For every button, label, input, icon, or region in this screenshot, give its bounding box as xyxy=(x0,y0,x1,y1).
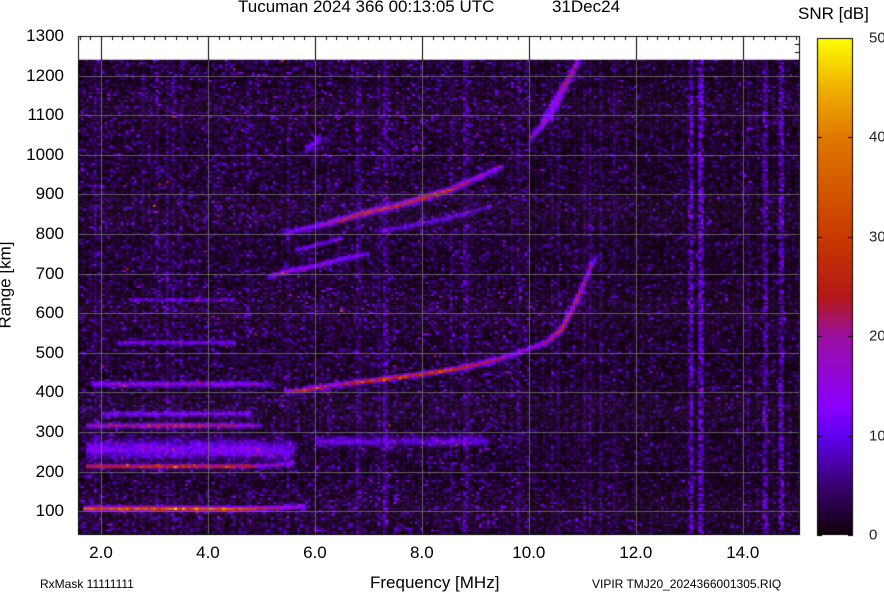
x-tick-label: 6.0 xyxy=(303,543,327,562)
y-tick-label: 800 xyxy=(35,224,64,244)
colorbar-tick-label: 40 xyxy=(869,128,884,146)
y-tick-label: 1000 xyxy=(26,144,64,164)
x-tick-label: 2.0 xyxy=(89,543,113,562)
y-tick-label: 100 xyxy=(35,501,64,521)
y-tick-label: 1300 xyxy=(26,26,64,45)
ionogram-heatmap xyxy=(0,0,884,595)
y-tick-label: 1100 xyxy=(27,105,64,125)
y-tick-label: 400 xyxy=(35,382,64,402)
colorbar-tick-label: 50 xyxy=(869,29,884,47)
file-name-label: VIPIR TMJ20_2024366001305.RIQ xyxy=(592,577,782,591)
y-tick-label: 200 xyxy=(35,461,64,481)
y-axis-label: Range [km] xyxy=(0,241,15,329)
x-tick-label: 12.0 xyxy=(619,543,653,562)
y-tick-label: 700 xyxy=(35,263,64,283)
colorbar-label: SNR [dB] xyxy=(798,4,869,23)
y-tick-label: 600 xyxy=(35,303,64,323)
x-tick-label: 4.0 xyxy=(196,543,220,562)
chart-title: Tucuman 2024 366 00:13:05 UTC xyxy=(238,0,495,16)
x-axis-label: Frequency [MHz] xyxy=(370,573,500,592)
colorbar-tick-label: 0 xyxy=(869,526,878,544)
colorbar-tick-label: 30 xyxy=(869,228,884,246)
y-tick-label: 300 xyxy=(35,422,64,442)
y-tick-label: 900 xyxy=(35,184,64,204)
x-tick-label: 8.0 xyxy=(410,543,434,562)
x-tick-label: 10.0 xyxy=(512,543,546,562)
chart-date: 31Dec24 xyxy=(552,0,621,16)
x-tick-label: 14.0 xyxy=(726,543,760,562)
rxmask-label: RxMask 11111111 xyxy=(40,577,134,591)
y-tick-label: 1200 xyxy=(26,65,64,85)
y-tick-label: 500 xyxy=(35,342,64,362)
colorbar-tick-label: 20 xyxy=(869,327,884,345)
colorbar-tick-label: 10 xyxy=(869,427,884,445)
